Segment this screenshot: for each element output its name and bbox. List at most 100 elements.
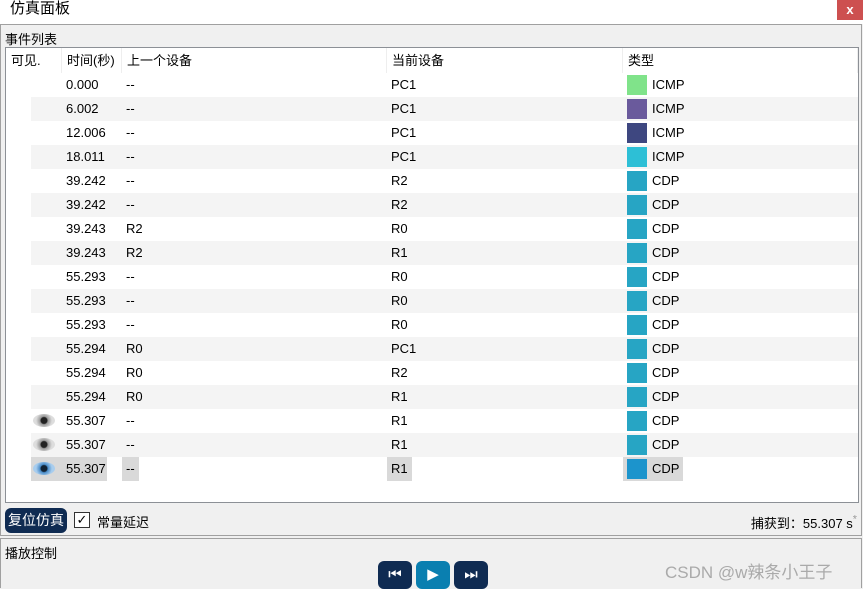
table-row[interactable]: 55.307 -- R1 CDP (6, 409, 858, 433)
prev-device-cell: R2 (126, 245, 143, 260)
table-row[interactable]: 39.243 R2 R1 CDP (6, 241, 858, 265)
type-label: CDP (652, 245, 680, 260)
type-cell: CDP (623, 433, 683, 457)
cur-device-cell: R0 (391, 221, 408, 236)
type-label: CDP (652, 173, 680, 188)
type-color-swatch (627, 147, 647, 167)
prev-device-cell: -- (126, 101, 135, 116)
type-label: CDP (652, 413, 680, 428)
cur-device-cell: R1 (391, 245, 408, 260)
type-color-swatch (627, 435, 647, 455)
type-color-swatch (627, 267, 647, 287)
close-button[interactable]: x (837, 0, 863, 20)
table-header: 可见. 时间(秒) 上一个设备 当前设备 类型 (6, 48, 858, 73)
cur-device-cell: R0 (391, 269, 408, 284)
type-label: CDP (652, 221, 680, 236)
type-color-swatch (627, 315, 647, 335)
type-cell: CDP (623, 385, 683, 409)
col-cur-device[interactable]: 当前设备 (387, 48, 623, 73)
cur-device-cell: R2 (391, 197, 408, 212)
type-color-swatch (627, 459, 647, 479)
row-background (31, 241, 858, 265)
type-cell: ICMP (623, 145, 685, 169)
window-title: 仿真面板 (10, 0, 71, 17)
table-row[interactable]: 55.294 R0 R2 CDP (6, 361, 858, 385)
step-forward-button[interactable]: ⏭ (454, 561, 488, 589)
row-background (31, 145, 858, 169)
type-label: CDP (652, 389, 680, 404)
time-cell: 55.294 (66, 365, 106, 380)
type-label: ICMP (652, 77, 685, 92)
table-row[interactable]: 12.006 -- PC1 ICMP (6, 121, 858, 145)
event-list-panel: 事件列表 可见. 时间(秒) 上一个设备 当前设备 类型 0.000 -- PC1 I… (0, 24, 862, 536)
type-label: CDP (652, 341, 680, 356)
event-list-label: 事件列表 (5, 32, 58, 47)
prev-device-cell: -- (126, 149, 135, 164)
type-color-swatch (627, 387, 647, 407)
type-cell: CDP (623, 337, 683, 361)
table-row[interactable]: 55.294 R0 PC1 CDP (6, 337, 858, 361)
row-background (31, 193, 858, 217)
table-row[interactable]: 55.307 -- R1 CDP (6, 433, 858, 457)
type-label: CDP (652, 317, 680, 332)
cur-device-cell: R1 (391, 437, 408, 452)
eye-icon[interactable] (33, 414, 55, 427)
type-cell: CDP (623, 289, 683, 313)
eye-icon[interactable] (33, 462, 55, 475)
table-row[interactable]: 55.293 -- R0 CDP (6, 265, 858, 289)
captured-label: 捕获到： (750, 516, 803, 531)
type-color-swatch (627, 363, 647, 383)
cur-device-cell: R0 (391, 293, 408, 308)
cur-device-cell: R1 (387, 457, 412, 481)
reset-simulation-button[interactable]: 复位仿真 (5, 508, 67, 533)
time-cell: 55.307 (66, 437, 106, 452)
row-background (31, 289, 858, 313)
type-label: CDP (652, 293, 680, 308)
prev-device-cell: R0 (126, 341, 143, 356)
type-label: ICMP (652, 101, 685, 116)
type-color-swatch (627, 243, 647, 263)
table-row[interactable]: 39.242 -- R2 CDP (6, 193, 858, 217)
row-background (31, 337, 858, 361)
type-label: CDP (652, 269, 680, 284)
table-row[interactable]: 55.293 -- R0 CDP (6, 289, 858, 313)
captured-time: 捕获到：55.307 s* (751, 513, 857, 532)
constant-delay-checkbox[interactable]: ✓ (74, 512, 90, 528)
time-cell: 55.307 (66, 413, 106, 428)
table-row[interactable]: 39.243 R2 R0 CDP (6, 217, 858, 241)
prev-device-cell: -- (126, 269, 135, 284)
table-row[interactable]: 55.294 R0 R1 CDP (6, 385, 858, 409)
play-button[interactable]: ▶ (416, 561, 450, 589)
constant-delay-label: 常量延迟 (97, 515, 150, 530)
type-cell: CDP (623, 265, 683, 289)
cur-device-cell: PC1 (391, 149, 417, 164)
col-type[interactable]: 类型 (623, 48, 858, 73)
prev-device-cell: -- (126, 413, 135, 428)
cur-device-cell: PC1 (391, 341, 417, 356)
table-row[interactable]: 6.002 -- PC1 ICMP (6, 97, 858, 121)
type-color-swatch (627, 123, 647, 143)
cur-device-cell: R2 (391, 173, 408, 188)
cur-device-cell: R2 (391, 365, 408, 380)
title-bar: 仿真面板 x (0, 0, 863, 24)
table-row[interactable]: 55.293 -- R0 CDP (6, 313, 858, 337)
type-cell: CDP (623, 409, 683, 433)
cur-device-cell: PC1 (391, 101, 417, 116)
col-prev-device[interactable]: 上一个设备 (122, 48, 387, 73)
prev-device-cell: -- (126, 293, 135, 308)
table-row[interactable]: 39.242 -- R2 CDP (6, 169, 858, 193)
prev-device-cell: R0 (126, 365, 143, 380)
table-row[interactable]: 0.000 -- PC1 ICMP (6, 73, 858, 97)
time-cell: 6.002 (66, 101, 99, 116)
eye-icon[interactable] (33, 438, 55, 451)
time-cell: 55.293 (66, 293, 106, 308)
col-time[interactable]: 时间(秒) (62, 48, 122, 73)
cur-device-cell: R1 (391, 389, 408, 404)
prev-device-cell: -- (126, 437, 135, 452)
captured-value: 55.307 s (802, 516, 853, 531)
table-row[interactable]: 55.307 -- R1 CDP (6, 457, 858, 481)
step-back-button[interactable]: ⏮ (378, 561, 412, 589)
table-row[interactable]: 18.011 -- PC1 ICMP (6, 145, 858, 169)
col-visible[interactable]: 可见. (6, 48, 62, 73)
type-cell: CDP (623, 193, 683, 217)
